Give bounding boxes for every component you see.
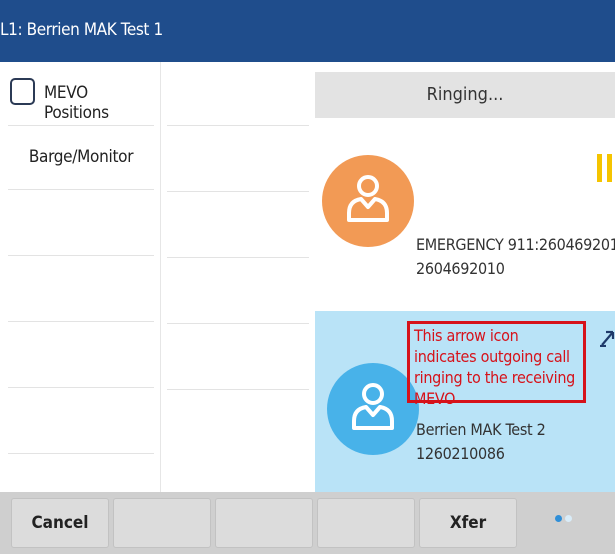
page-dot-active: [555, 515, 562, 522]
call-card-outgoing[interactable]: This arrow icon indicates outgoing call …: [315, 311, 615, 492]
key-label: MEVO Positions: [44, 83, 109, 123]
softkey-empty[interactable]: [113, 498, 211, 548]
outgoing-arrow-icon: [600, 330, 615, 347]
key-empty[interactable]: [8, 258, 154, 322]
line-keys-column: MEVO Positions Barge/Monitor: [0, 62, 160, 492]
caller-name: EMERGENCY 911:2604692010: [416, 235, 615, 254]
xfer-button[interactable]: Xfer: [419, 498, 517, 548]
key-empty[interactable]: [167, 62, 309, 126]
key-empty[interactable]: [167, 260, 309, 324]
key-empty[interactable]: [167, 326, 309, 390]
key-empty[interactable]: [167, 128, 309, 192]
hold-icon: [597, 154, 615, 182]
key-label: Barge/Monitor: [28, 147, 134, 167]
call-status-header: Ringing...: [315, 72, 615, 118]
page-dot-inactive: [565, 515, 572, 522]
call-card-emergency[interactable]: EMERGENCY 911:2604692010 2604692010: [315, 118, 615, 311]
mevo-positions-checkbox[interactable]: [10, 78, 35, 105]
key-empty[interactable]: [167, 194, 309, 258]
softkey-empty[interactable]: [317, 498, 415, 548]
key-mevo-positions[interactable]: MEVO Positions: [8, 62, 154, 126]
call-area: Ringing... EMERGENCY 911:2604692010 2604…: [315, 62, 615, 492]
caller-name: Berrien MAK Test 2: [416, 420, 546, 439]
softkey-bar: Cancel Xfer: [0, 492, 615, 554]
programmable-keys-column: [160, 62, 316, 492]
caller-avatar-icon: [327, 363, 419, 455]
caller-avatar-icon: [322, 155, 414, 247]
caller-number: 2604692010: [416, 259, 505, 278]
title-bar: L1: Berrien MAK Test 1: [0, 0, 615, 62]
caller-number: 1260210086: [416, 444, 505, 463]
annotation-callout: This arrow icon indicates outgoing call …: [407, 321, 586, 408]
cancel-button[interactable]: Cancel: [11, 498, 109, 548]
key-empty[interactable]: [8, 324, 154, 388]
softkey-empty[interactable]: [215, 498, 313, 548]
key-empty[interactable]: [8, 390, 154, 454]
key-barge-monitor[interactable]: Barge/Monitor: [8, 126, 154, 190]
page-indicator[interactable]: [555, 515, 575, 525]
key-empty[interactable]: [8, 192, 154, 256]
line-title: L1: Berrien MAK Test 1: [0, 20, 163, 40]
